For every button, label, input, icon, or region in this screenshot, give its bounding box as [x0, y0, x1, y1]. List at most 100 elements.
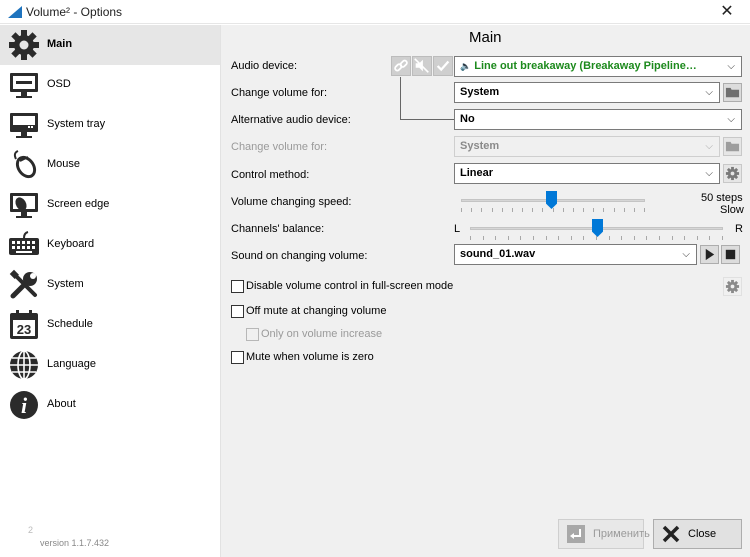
apply-icon [567, 525, 585, 543]
keyboard-icon [9, 231, 39, 255]
alternative-audio-device-select[interactable]: No ⌵ [454, 109, 742, 130]
slider-tick [634, 236, 635, 240]
slider-tick [644, 208, 645, 212]
slider-tick [470, 236, 471, 240]
confirm-device-button[interactable] [433, 56, 453, 76]
slider-tick [532, 208, 533, 212]
control-method-settings-button[interactable] [723, 164, 742, 183]
close-label: Close [688, 528, 717, 540]
audio-device-select[interactable]: 🔈 Line out breakaway (Breakaway Pipeline… [454, 56, 742, 77]
alternative-audio-device-label: Alternative audio device: [231, 114, 351, 126]
volume-speed-slider[interactable] [461, 189, 645, 217]
chevron-down-icon: ⌵ [705, 168, 713, 179]
sidebar-item-keyboard[interactable]: Keyboard [0, 225, 220, 265]
play-sound-button[interactable] [700, 245, 719, 264]
channels-balance-slider[interactable] [470, 217, 723, 245]
globe-icon [10, 350, 38, 380]
sidebar-item-schedule[interactable]: 23 Schedule [0, 305, 220, 345]
sidebar-item-label: Main [47, 38, 73, 50]
apply-label: Применить [593, 528, 650, 540]
slider-tick [583, 208, 584, 212]
apply-button[interactable]: Применить [558, 519, 650, 549]
browse-apps-button[interactable] [723, 83, 742, 102]
sound-file-select[interactable]: sound_01.wav ⌵ [454, 244, 697, 265]
mute-device-button[interactable] [412, 56, 432, 76]
sound-file-value: sound_01.wav [460, 248, 536, 260]
sidebar-item-system-tray[interactable]: System tray [0, 105, 220, 145]
change-volume-for-select[interactable]: System ⌵ [454, 82, 720, 103]
disable-fullscreen-checkbox[interactable] [231, 280, 244, 293]
sidebar-item-about[interactable]: i About [0, 385, 220, 425]
slider-tick [483, 236, 484, 240]
slider-thumb[interactable] [592, 219, 603, 237]
slider-tick [684, 236, 685, 240]
sidebar-item-language[interactable]: Language [0, 345, 220, 385]
slider-tick [573, 208, 574, 212]
sidebar-item-screen-edge[interactable]: Screen edge [0, 185, 220, 225]
mute-when-zero-checkbox[interactable] [231, 351, 244, 364]
slider-tick [624, 208, 625, 212]
control-method-select[interactable]: Linear ⌵ [454, 163, 720, 184]
slider-tick [697, 236, 698, 240]
slider-tick [553, 208, 554, 212]
slider-tick [481, 208, 482, 212]
sidebar-item-main[interactable]: Main [0, 25, 220, 65]
svg-text:i: i [21, 393, 28, 418]
slider-thumb[interactable] [546, 191, 557, 209]
change-volume-for-label: Change volume for: [231, 87, 327, 99]
change-volume-for-alt-select[interactable]: System ⌵ [454, 136, 720, 157]
screen-edge-icon [10, 193, 38, 218]
volume-app-icon [8, 6, 22, 18]
chevron-down-icon: ⌵ [705, 87, 713, 98]
sidebar-item-label: About [47, 398, 76, 410]
slider-tick [558, 236, 559, 240]
slider-tick [522, 208, 523, 212]
link-connector-line [400, 77, 454, 120]
close-button[interactable]: Close [653, 519, 742, 549]
sidebar-item-osd[interactable]: OSD [0, 65, 220, 105]
slider-tick [461, 208, 462, 212]
audio-device-label: Audio device: [231, 60, 298, 72]
sidebar-item-label: OSD [47, 78, 71, 90]
only-on-increase-checkbox[interactable] [246, 328, 259, 341]
gear-icon [725, 279, 740, 294]
fullscreen-settings-button[interactable] [723, 277, 742, 296]
checkmark-icon [436, 60, 450, 72]
close-icon [662, 525, 680, 543]
channels-balance-label: Channels' balance: [231, 223, 325, 235]
alternative-audio-device-value: No [460, 113, 475, 125]
volume-speed-label: Volume changing speed: [231, 196, 352, 208]
stop-sound-button[interactable] [721, 245, 740, 264]
slider-tick [563, 208, 564, 212]
svg-text:23: 23 [17, 322, 31, 337]
slider-tick [533, 236, 534, 240]
slider-tick [512, 208, 513, 212]
slider-tick [709, 236, 710, 240]
info-icon: i [10, 391, 38, 419]
link-icon [394, 59, 408, 72]
slider-tick [495, 236, 496, 240]
folder-icon [725, 141, 740, 152]
sidebar-item-system[interactable]: System [0, 265, 220, 305]
slider-tick [583, 236, 584, 240]
version-text: version 1.1.7.432 [40, 538, 110, 548]
speaker-muted-icon [414, 58, 429, 73]
slider-tick [542, 208, 543, 212]
slider-tick [546, 236, 547, 240]
link-devices-button[interactable] [391, 56, 411, 76]
slider-tick [571, 236, 572, 240]
play-icon [705, 248, 715, 261]
browse-apps-alt-button[interactable] [723, 137, 742, 156]
slider-tick [646, 236, 647, 240]
off-mute-checkbox[interactable] [231, 305, 244, 318]
change-volume-for-value: System [460, 86, 500, 98]
sidebar-item-label: Mouse [47, 158, 81, 170]
sound-on-change-label: Sound on changing volume: [231, 250, 368, 262]
close-window-button[interactable]: ✕ [704, 0, 750, 24]
control-method-value: Linear [460, 167, 494, 179]
change-volume-for-alt-label: Change volume for: [231, 141, 327, 153]
off-mute-label: Off mute at changing volume [246, 305, 387, 317]
sidebar-item-label: Keyboard [47, 238, 95, 250]
sidebar-item-mouse[interactable]: Mouse [0, 145, 220, 185]
slider-tick [672, 236, 673, 240]
